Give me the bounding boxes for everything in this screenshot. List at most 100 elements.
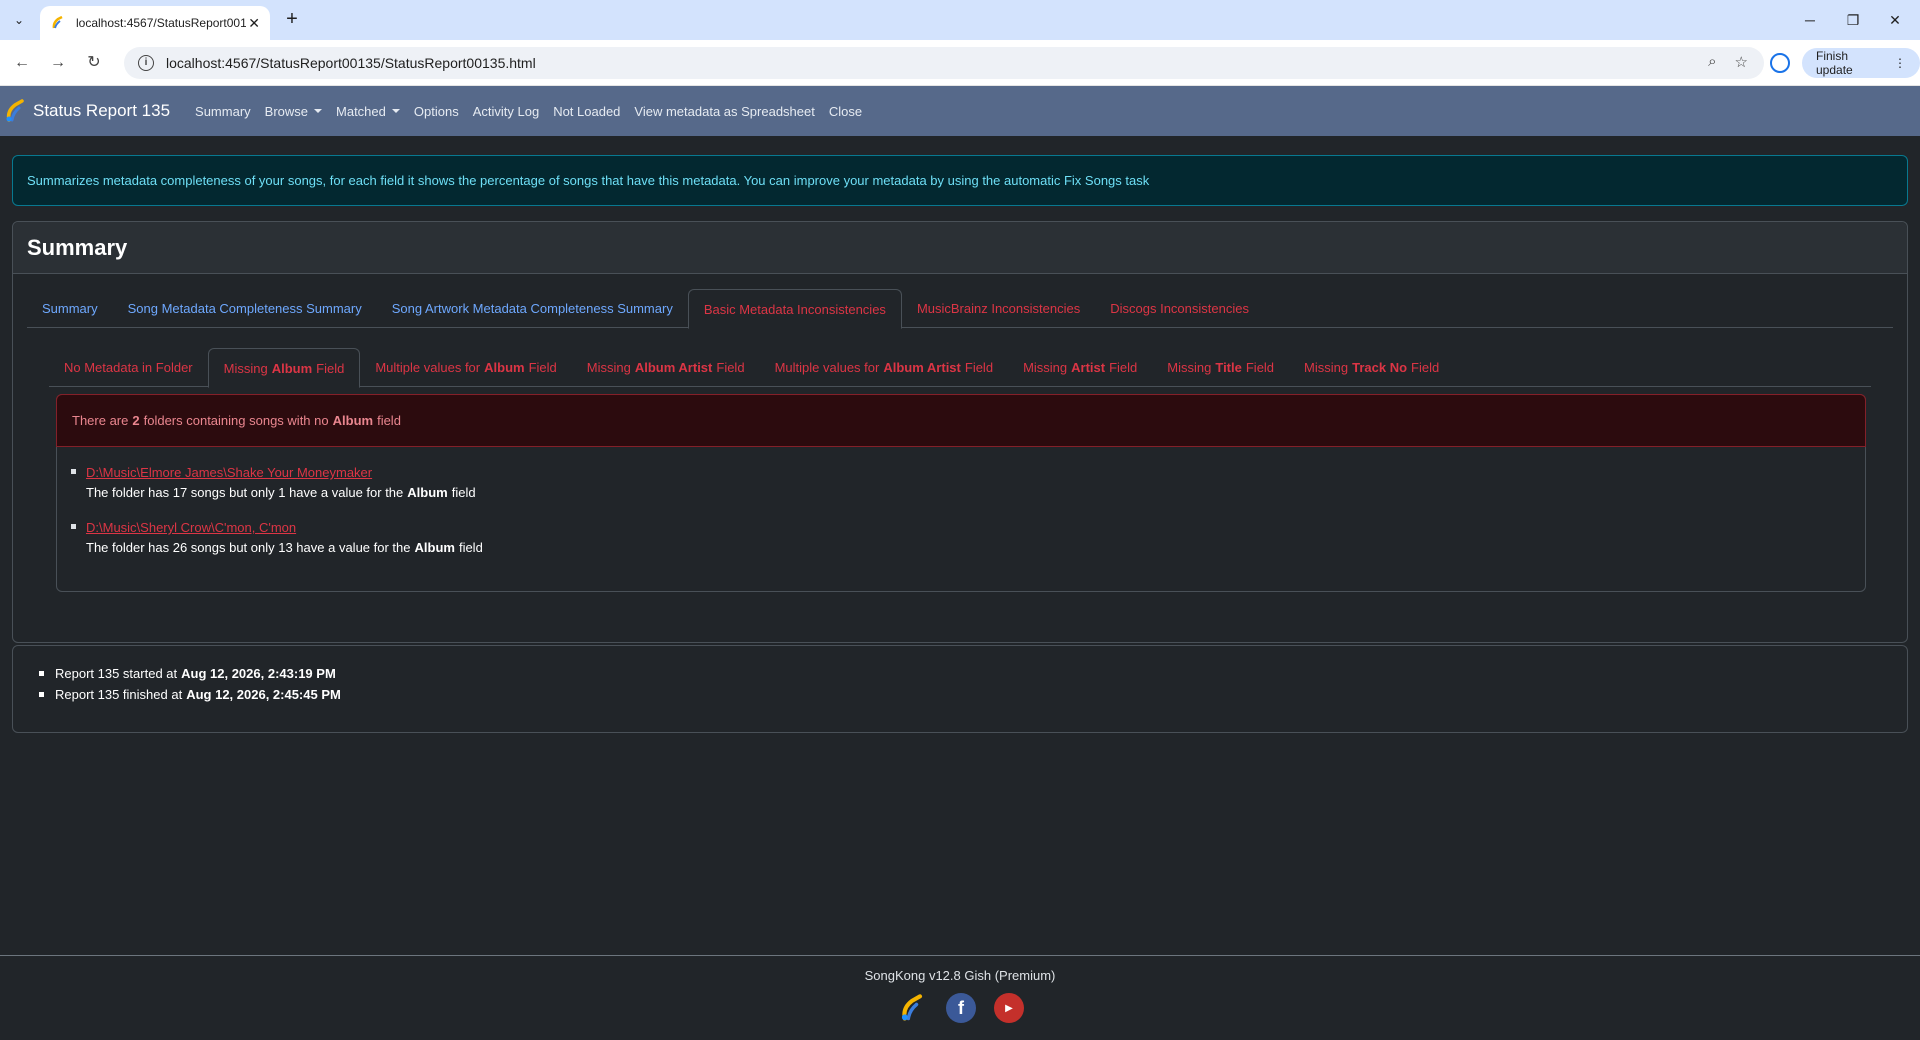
footer-version: SongKong v12.8 Gish (Premium) (864, 968, 1056, 983)
subtab-missing-album[interactable]: Missing Album Field (207, 348, 361, 388)
subtab-label-field: Title (1215, 360, 1242, 375)
facebook-icon[interactable]: f (946, 993, 976, 1023)
chevron-down-icon (314, 109, 323, 113)
back-icon[interactable]: ← (10, 51, 34, 75)
subtab-no-metadata-in-folder[interactable]: No Metadata in Folder (49, 348, 208, 387)
subtab-label-post: Field (1411, 360, 1440, 375)
subtab-label-field: Album (271, 360, 313, 376)
nav-close[interactable]: Close (829, 104, 862, 119)
subtab-label-pre: Missing (586, 360, 631, 375)
tab-basic-metadata-inconsistencies[interactable]: Basic Metadata Inconsistencies (687, 289, 902, 329)
tab-musicbrainz-inconsistencies[interactable]: MusicBrainz Inconsistencies (902, 289, 1095, 328)
browser-tab[interactable]: localhost:4567/StatusReport00135 ✕ (40, 6, 270, 40)
chevron-down-icon (391, 109, 400, 113)
subtab-missing-title[interactable]: Missing Title Field (1152, 348, 1289, 387)
nav-summary[interactable]: Summary (195, 104, 251, 119)
profile-icon[interactable] (1770, 53, 1790, 73)
songkong-favicon-icon (50, 15, 66, 31)
address-url[interactable]: localhost:4567/StatusReport00135/StatusR… (166, 55, 536, 71)
nav-not-loaded[interactable]: Not Loaded (553, 104, 620, 119)
tab-song-artwork-completeness[interactable]: Song Artwork Metadata Completeness Summa… (377, 289, 688, 328)
more-menu-icon[interactable]: ⋮ (1894, 56, 1906, 70)
folder-description: The folder has 17 songs but only 1 have … (86, 485, 476, 500)
report-times-card: Report 135 started at Aug 12, 2026, 2:43:… (12, 645, 1908, 733)
brand-title: Status Report 135 (33, 101, 171, 120)
new-tab-icon[interactable]: + (280, 8, 304, 32)
tab-discogs-inconsistencies[interactable]: Discogs Inconsistencies (1095, 289, 1264, 328)
started-label: Report 135 started at (55, 666, 178, 681)
list-item: D:\Music\Elmore James\Shake Your Moneyma… (71, 463, 483, 503)
nav-browse-label: Browse (264, 103, 309, 119)
nav-view-spreadsheet[interactable]: View metadata as Spreadsheet (634, 104, 814, 119)
minimize-icon[interactable]: ─ (1795, 8, 1825, 32)
subtab-label-post: Field (716, 360, 745, 375)
subtab-label-field: Track No (1352, 360, 1408, 375)
card-header: Summary (13, 222, 1907, 274)
subtab-label-post: Field (1109, 360, 1138, 375)
info-alert: Summarizes metadata completeness of your… (12, 155, 1908, 206)
subtab-multiple-album-artist[interactable]: Multiple values for Album Artist Field (760, 348, 1009, 387)
nav-activity-log[interactable]: Activity Log (473, 104, 539, 119)
folder-desc-pre: The folder has 26 songs but only 13 have… (86, 540, 411, 555)
folder-link[interactable]: D:\Music\Elmore James\Shake Your Moneyma… (86, 463, 483, 483)
browser-tabstrip: ⌄ localhost:4567/StatusReport00135 ✕ + ─… (0, 0, 1920, 40)
summary-card: Summary Summary Song Metadata Completene… (12, 221, 1908, 643)
site-info-icon[interactable]: i (138, 55, 154, 71)
window-close-icon[interactable]: ✕ (1880, 8, 1910, 32)
restore-icon[interactable]: ❐ (1838, 8, 1868, 32)
subtab-label-pre: Multiple values for (774, 360, 880, 375)
reload-icon[interactable]: ↻ (82, 51, 106, 75)
youtube-icon[interactable]: ▶ (994, 993, 1024, 1023)
subtab-multiple-album[interactable]: Multiple values for Album Field (360, 348, 571, 387)
subtab-label-field: Album Artist (634, 360, 713, 375)
brand[interactable]: Status Report 135 (4, 99, 188, 123)
address-bar[interactable]: i localhost:4567/StatusReport00135/Statu… (124, 47, 1764, 79)
folder-description: The folder has 26 songs but only 13 have… (86, 540, 483, 555)
subtab-label-pre: Missing (223, 360, 268, 376)
subtab-missing-artist[interactable]: Missing Artist Field (1008, 348, 1152, 387)
nav-matched-label: Matched (336, 103, 386, 119)
tab-song-metadata-completeness[interactable]: Song Metadata Completeness Summary (113, 289, 377, 328)
nav-browse-dropdown[interactable]: Browse (264, 103, 323, 119)
songkong-logo-icon (6, 99, 24, 122)
list-item: D:\Music\Sheryl Crow\C'mon, C'mon The fo… (71, 518, 483, 558)
report-tabs: Summary Song Metadata Completeness Summa… (27, 289, 1893, 329)
subtab-label-pre: Missing (1167, 360, 1212, 375)
subtab-label-field: Album (484, 360, 525, 375)
zoom-icon[interactable]: ⌕ (1708, 53, 1716, 71)
subtab-label-post: Field (1245, 360, 1275, 375)
folder-desc-pre: The folder has 17 songs but only 1 have … (86, 485, 404, 500)
finished-label: Report 135 finished at (55, 687, 183, 702)
songkong-icon[interactable] (898, 993, 928, 1023)
alert-post: field (377, 413, 401, 428)
tab-summary[interactable]: Summary (27, 289, 113, 328)
footer: SongKong v12.8 Gish (Premium) f ▶ (0, 955, 1920, 1040)
finish-update-label: Finish update (1816, 49, 1853, 77)
forward-icon[interactable]: → (46, 51, 70, 75)
tab-title: localhost:4567/StatusReport00135 (76, 16, 246, 30)
subtab-label-pre: Missing (1304, 360, 1349, 375)
folder-list: D:\Music\Elmore James\Shake Your Moneyma… (71, 463, 483, 573)
report-started: Report 135 started at Aug 12, 2026, 2:43:… (39, 663, 341, 684)
nav-options[interactable]: Options (414, 104, 459, 119)
subtab-label-field: Artist (1071, 360, 1106, 375)
missing-album-panel: There are 2 folders containing songs wit… (56, 394, 1866, 592)
bookmark-star-icon[interactable]: ☆ (1735, 53, 1748, 71)
started-value: Aug 12, 2026, 2:43:19 PM (181, 666, 336, 681)
nav-matched-dropdown[interactable]: Matched (336, 104, 400, 119)
folder-desc-post: field (451, 485, 476, 500)
subtab-label-pre: Multiple values for (375, 360, 481, 375)
tab-search-icon[interactable]: ⌄ (8, 9, 30, 31)
subtab-label-post: Field (528, 360, 557, 375)
finished-value: Aug 12, 2026, 2:45:45 PM (186, 687, 341, 702)
folder-desc-field: Album (407, 485, 448, 500)
subtab-missing-track-no[interactable]: Missing Track No Field (1289, 348, 1454, 387)
subtab-missing-album-artist[interactable]: Missing Album Artist Field (572, 348, 760, 387)
card-title: Summary (27, 234, 128, 260)
tab-close-icon[interactable]: ✕ (248, 15, 260, 32)
folder-link[interactable]: D:\Music\Sheryl Crow\C'mon, C'mon (86, 518, 483, 538)
subtab-label-field: Album Artist (883, 360, 961, 375)
folder-desc-field: Album (414, 540, 455, 555)
finish-update-button[interactable]: Finish update ⋮ (1802, 48, 1920, 78)
app-navbar: Status Report 135 Summary Browse Matched… (0, 86, 1920, 136)
